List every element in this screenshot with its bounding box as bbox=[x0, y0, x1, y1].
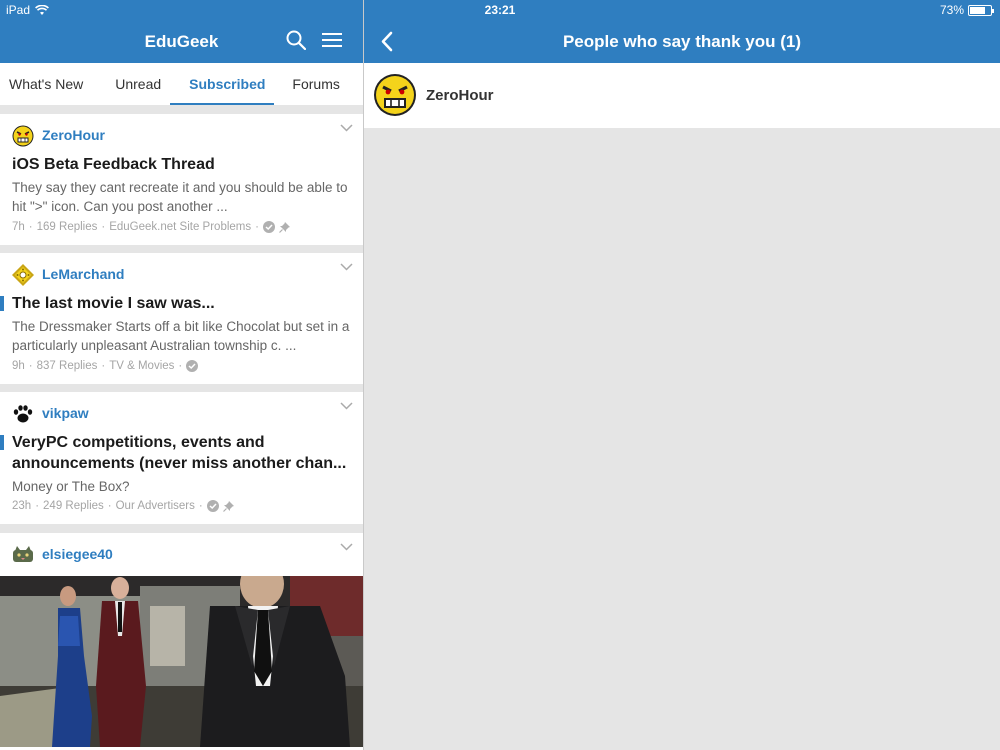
unread-indicator bbox=[0, 435, 4, 450]
thread-snippet: The Dressmaker Starts off a bit like Cho… bbox=[12, 319, 350, 353]
left-nav-bar: EduGeek bbox=[0, 20, 363, 63]
thread-card[interactable]: ZeroHour iOS Beta Feedback Thread They s… bbox=[0, 114, 363, 245]
thread-card[interactable]: elsiegee40 bbox=[0, 533, 363, 750]
search-icon[interactable] bbox=[286, 30, 306, 50]
battery-fill bbox=[970, 6, 985, 14]
thread-photo[interactable] bbox=[0, 576, 363, 747]
cat-avatar-icon bbox=[13, 546, 33, 562]
thread-snippet: Money or The Box? bbox=[12, 479, 130, 494]
thread-age: 7h bbox=[12, 221, 25, 233]
thread-card[interactable]: vikpaw VeryPC competitions, events and a… bbox=[0, 392, 363, 524]
status-time: 23:21 bbox=[484, 3, 516, 17]
thread-replies: 837 Replies bbox=[36, 360, 98, 372]
status-bar: iPad 23:21 73% bbox=[0, 0, 1000, 20]
tab-subscribed[interactable]: Subscribed bbox=[170, 63, 275, 105]
thread-forum: EduGeek.net Site Problems bbox=[109, 221, 252, 233]
check-circle-icon bbox=[186, 360, 199, 372]
thanker-row[interactable]: ZeroHour bbox=[364, 63, 1000, 128]
thread-author[interactable]: elsiegee40 bbox=[42, 546, 113, 562]
thankers-panel: People who say thank you (1) ZeroHour bbox=[364, 20, 1000, 750]
status-right: 73% bbox=[939, 3, 994, 17]
thread-author[interactable]: vikpaw bbox=[42, 405, 89, 421]
thread-replies: 249 Replies bbox=[43, 500, 104, 512]
thanker-name[interactable]: ZeroHour bbox=[426, 87, 494, 104]
thread-age: 23h bbox=[12, 500, 32, 512]
chevron-down-icon[interactable] bbox=[340, 124, 353, 132]
thread-forum: Our Advertisers bbox=[115, 500, 195, 512]
angry-face-icon bbox=[12, 125, 34, 147]
tab-whats-new[interactable]: What's New bbox=[0, 63, 92, 105]
thread-replies: 169 Replies bbox=[36, 221, 98, 233]
menu-icon[interactable] bbox=[322, 32, 342, 48]
thread-title[interactable]: The last movie I saw was... bbox=[12, 293, 354, 314]
angry-face-icon bbox=[374, 74, 416, 116]
thread-forum: TV & Movies bbox=[109, 360, 175, 372]
tab-bar: What's New Unread Subscribed Forums bbox=[0, 63, 363, 105]
thread-meta: 7h · 169 Replies · EduGeek.net Site Proble… bbox=[12, 221, 290, 233]
thread-title-line: announcements (never miss another chan..… bbox=[12, 455, 347, 472]
chevron-down-icon[interactable] bbox=[340, 263, 353, 271]
puzzle-box-icon bbox=[12, 264, 34, 286]
chevron-down-icon[interactable] bbox=[340, 402, 353, 410]
check-circle-icon bbox=[206, 500, 219, 512]
wax-figures-photo bbox=[0, 576, 363, 747]
thread-title[interactable]: iOS Beta Feedback Thread bbox=[12, 154, 354, 175]
thread-list-panel: EduGeek What's New Unread Subscribed For… bbox=[0, 20, 363, 750]
tab-unread[interactable]: Unread bbox=[92, 63, 170, 105]
right-nav-bar: People who say thank you (1) bbox=[364, 20, 1000, 63]
check-circle-icon bbox=[262, 221, 275, 233]
chevron-down-icon[interactable] bbox=[340, 543, 353, 551]
thread-meta: 9h · 837 Replies · TV & Movies · bbox=[12, 360, 199, 372]
page-title: People who say thank you (1) bbox=[562, 32, 802, 51]
thread-meta: 23h · 249 Replies · Our Advertisers · bbox=[12, 500, 234, 512]
unread-indicator bbox=[0, 296, 4, 311]
thread-card[interactable]: LeMarchand The last movie I saw was... T… bbox=[0, 253, 363, 384]
thread-age: 9h bbox=[12, 360, 25, 372]
battery-icon bbox=[968, 4, 994, 16]
app-title: EduGeek bbox=[144, 32, 219, 51]
paw-print-icon bbox=[13, 405, 33, 423]
pin-icon bbox=[222, 500, 234, 512]
battery-percent: 73% bbox=[939, 3, 964, 17]
tab-forums[interactable]: Forums bbox=[274, 63, 348, 105]
thread-author[interactable]: ZeroHour bbox=[42, 127, 105, 143]
thread-snippet: They say they cant recreate it and you s… bbox=[12, 180, 348, 214]
thread-title-line: VeryPC competitions, events and bbox=[12, 434, 265, 451]
thread-title[interactable]: VeryPC competitions, events and announce… bbox=[12, 432, 354, 474]
pin-icon bbox=[279, 221, 290, 233]
thread-author[interactable]: LeMarchand bbox=[42, 266, 124, 282]
